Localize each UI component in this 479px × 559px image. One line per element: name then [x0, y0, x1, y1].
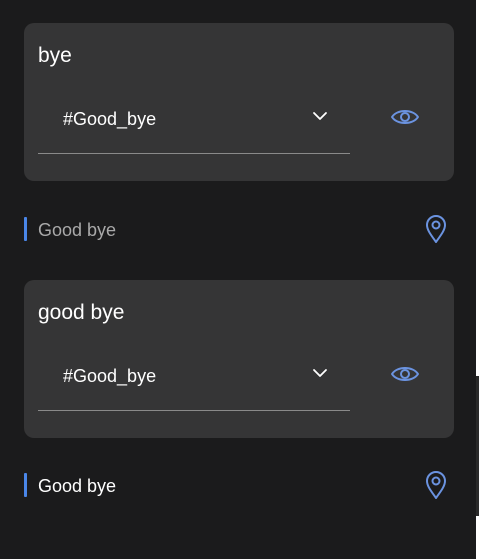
page: bye #Good_bye Good bye good bye #Good_by…: [0, 0, 476, 559]
tag-select[interactable]: #Good_bye: [38, 101, 350, 154]
map-pin-icon[interactable]: [425, 214, 447, 244]
tag-select-value: #Good_bye: [63, 366, 157, 386]
card-title: good bye: [38, 301, 125, 324]
list-item[interactable]: Good bye: [24, 214, 454, 244]
eye-icon[interactable]: [390, 106, 420, 128]
list-item-accent-bar: [24, 217, 27, 241]
item-card: bye #Good_bye: [24, 23, 454, 181]
eye-icon[interactable]: [390, 363, 420, 385]
chevron-down-icon[interactable]: [312, 111, 328, 121]
card-title: bye: [38, 44, 72, 67]
list-item-label: Good bye: [38, 220, 117, 240]
map-pin-icon[interactable]: [425, 470, 447, 500]
chevron-down-icon[interactable]: [312, 368, 328, 378]
list-item-accent-bar: [24, 473, 27, 497]
list-item-label: Good bye: [38, 476, 117, 496]
item-card: good bye #Good_bye: [24, 280, 454, 438]
list-item[interactable]: Good bye: [24, 470, 454, 500]
tag-select[interactable]: #Good_bye: [38, 358, 350, 411]
tag-select-value: #Good_bye: [63, 109, 157, 129]
